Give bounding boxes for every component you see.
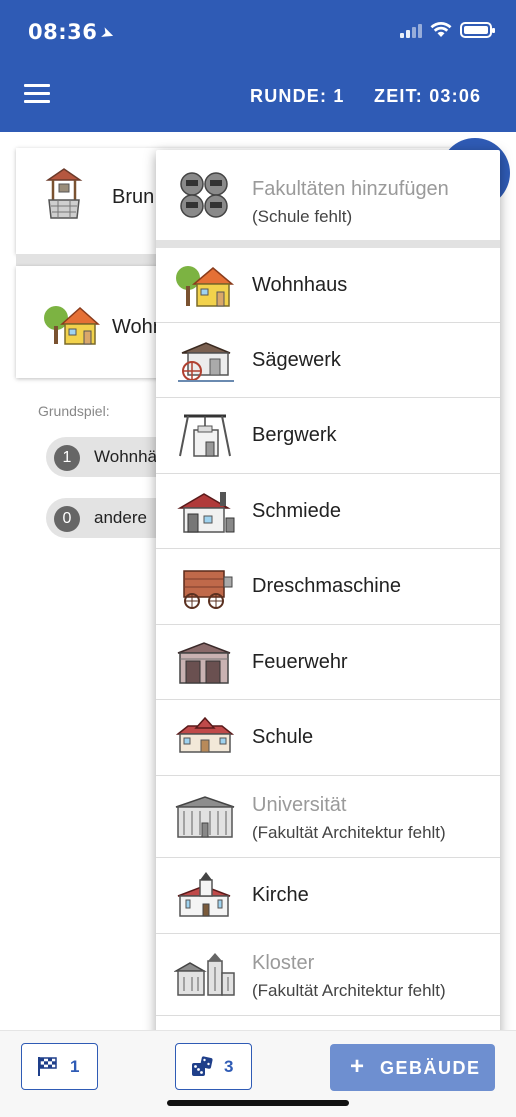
menu-item-kloster[interactable]: Kloster (Fakultät Architektur fehlt) — [156, 934, 500, 1016]
sawmill-icon — [178, 342, 234, 382]
menu-item-title: Schmiede — [252, 500, 341, 522]
faculties-icon — [180, 172, 228, 218]
mine-icon — [179, 414, 231, 457]
well-icon — [45, 168, 83, 219]
menu-item-text: Fakultäten hinzufügen (Schule fehlt) — [252, 178, 449, 227]
plus-icon: + — [350, 1053, 366, 1080]
monastery-icon — [174, 953, 235, 996]
checkered-flag-icon — [38, 1057, 57, 1076]
building-card-label: Brun — [112, 186, 155, 208]
menu-item-subtitle: (Fakultät Architektur fehlt) — [252, 981, 446, 1000]
menu-item-title: Universität — [252, 794, 347, 816]
menu-item-text: Kirche — [252, 884, 309, 907]
school-icon — [175, 716, 235, 753]
rounds-flag-button[interactable]: 1 — [21, 1043, 98, 1090]
menu-item-dreschmaschine[interactable]: Dreschmaschine — [156, 549, 500, 625]
menu-item-schmiede[interactable]: Schmiede — [156, 474, 500, 549]
house-icon — [176, 266, 235, 307]
menu-item-title: Schule — [252, 726, 314, 748]
menu-item-title: Wohnhaus — [252, 274, 348, 296]
add-building-label: GEBÄUDE — [380, 1058, 481, 1078]
location-arrow-icon: ➤ — [98, 22, 119, 45]
section-caption: Grundspiel: — [38, 403, 110, 419]
menu-item-title: Feuerwehr — [252, 651, 348, 673]
smithy-icon — [177, 492, 235, 533]
menu-item-title: Sägewerk — [252, 349, 341, 371]
menu-item-wohnhaus[interactable]: Wohnhaus — [156, 248, 500, 323]
flag-count: 1 — [70, 1057, 80, 1076]
menu-item-text: Feuerwehr — [252, 651, 348, 674]
home-indicator — [167, 1100, 349, 1106]
menu-item-feuerwehr[interactable]: Feuerwehr — [156, 625, 500, 700]
threshing-machine-icon — [183, 570, 233, 609]
menu-item-text: Universität (Fakultät Architektur fehlt) — [252, 794, 446, 843]
menu-item-text: Kloster (Fakultät Architektur fehlt) — [252, 952, 446, 1001]
menu-item-saegewerk[interactable]: Sägewerk — [156, 323, 500, 398]
menu-item-text: Dreschmaschine — [252, 575, 401, 598]
church-icon — [177, 872, 231, 917]
house-icon — [44, 306, 100, 345]
app-bar: 08:36➤ RUNDE: 1 ZEIT: 03:06 — [0, 0, 516, 132]
chip-count: 0 — [54, 506, 80, 532]
menu-item-schule[interactable]: Schule — [156, 700, 500, 776]
signal-icon — [400, 22, 422, 38]
menu-item-title: Dreschmaschine — [252, 575, 401, 597]
menu-item-bergwerk[interactable]: Bergwerk — [156, 398, 500, 474]
status-time: 08:36➤ — [28, 20, 118, 45]
menu-item-text: Wohnhaus — [252, 274, 347, 297]
menu-item-title: Kloster — [252, 952, 315, 974]
status-time-text: 08:36 — [28, 20, 98, 44]
fire-station-icon — [177, 642, 231, 684]
menu-item-title: Kirche — [252, 884, 309, 906]
menu-item-kirche[interactable]: Kirche — [156, 858, 500, 934]
dice-count: 3 — [224, 1057, 234, 1076]
chip-label: Wohnhä — [94, 447, 158, 466]
chip-count: 1 — [54, 445, 80, 471]
menu-item-title: Fakultäten hinzufügen — [252, 178, 449, 200]
university-icon — [175, 796, 235, 838]
menu-item-text: Sägewerk — [252, 349, 341, 372]
menu-item-text: Schmiede — [252, 500, 341, 523]
menu-item-text: Schule — [252, 726, 313, 749]
menu-item-text: Bergwerk — [252, 424, 336, 447]
wifi-icon — [430, 22, 452, 37]
menu-separator — [156, 240, 500, 248]
menu-item-subtitle: (Fakultät Architektur fehlt) — [252, 823, 446, 842]
building-dropdown-menu: Fakultäten hinzufügen (Schule fehlt) Woh… — [156, 150, 500, 1043]
dice-button[interactable]: 3 — [175, 1043, 252, 1090]
menu-item-add-faculties[interactable]: Fakultäten hinzufügen (Schule fehlt) — [156, 150, 500, 240]
chip-label: andere — [94, 508, 147, 527]
add-building-button[interactable]: + GEBÄUDE — [330, 1044, 495, 1091]
round-indicator: RUNDE: 1 — [250, 86, 345, 106]
menu-item-subtitle: (Schule fehlt) — [252, 207, 353, 226]
menu-item-universitaet[interactable]: Universität (Fakultät Architektur fehlt) — [156, 776, 500, 858]
game-timer: ZEIT: 03:06 — [374, 86, 482, 106]
battery-icon — [460, 22, 495, 38]
status-icons — [400, 22, 495, 38]
hamburger-menu-icon[interactable] — [24, 84, 50, 106]
dice-icon — [192, 1056, 213, 1076]
menu-item-title: Bergwerk — [252, 424, 337, 446]
